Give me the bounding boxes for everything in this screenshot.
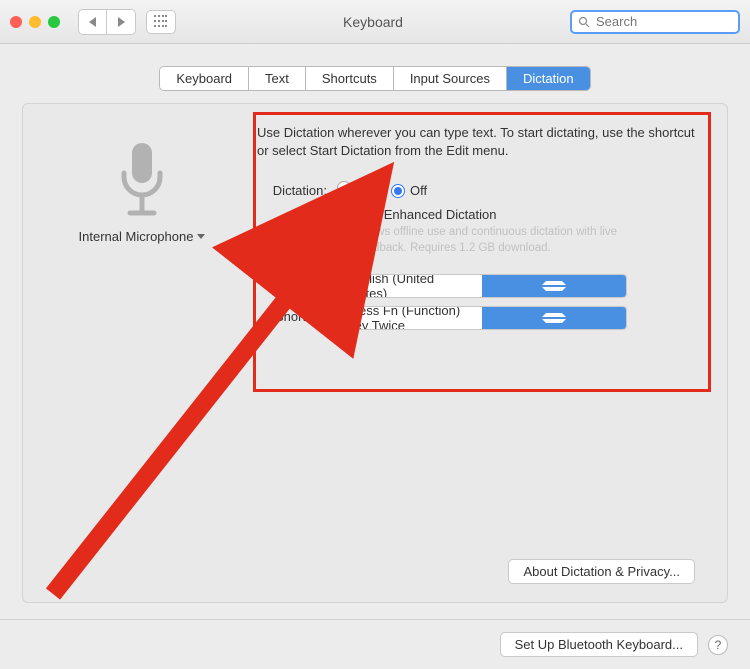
zoom-icon[interactable] [48, 16, 60, 28]
back-button[interactable] [79, 10, 107, 34]
close-icon[interactable] [10, 16, 22, 28]
microphone-selector[interactable]: Internal Microphone [79, 229, 206, 244]
chevron-left-icon [89, 17, 96, 27]
help-button[interactable]: ? [708, 635, 728, 655]
tab-shortcuts[interactable]: Shortcuts [306, 67, 394, 90]
language-label: Language: [257, 274, 337, 292]
enhanced-dictation-checkbox[interactable]: ✓ Use Enhanced Dictation [337, 207, 496, 222]
search-input[interactable] [594, 13, 732, 30]
chevron-down-icon [197, 234, 205, 239]
search-field[interactable] [570, 10, 740, 34]
updown-icon [482, 275, 626, 297]
tab-bar: Keyboard Text Shortcuts Input Sources Di… [22, 66, 728, 91]
titlebar: Keyboard [0, 0, 750, 44]
language-select[interactable]: English (United States) [337, 274, 627, 298]
tab-keyboard[interactable]: Keyboard [160, 67, 249, 90]
grid-icon [154, 15, 168, 29]
show-all-button[interactable] [146, 10, 176, 34]
microphone-label: Internal Microphone [79, 229, 194, 244]
window-controls [10, 16, 60, 28]
dictation-on-radio[interactable]: On [337, 180, 373, 195]
forward-button[interactable] [107, 10, 135, 34]
shortcut-label: Shortcut: [257, 306, 337, 324]
tab-input-sources[interactable]: Input Sources [394, 67, 507, 90]
microphone-icon [114, 139, 170, 221]
footer: Set Up Bluetooth Keyboard... ? [0, 619, 750, 669]
dictation-label: Dictation: [257, 180, 337, 198]
setup-bluetooth-button[interactable]: Set Up Bluetooth Keyboard... [500, 632, 698, 657]
radio-icon [391, 184, 405, 198]
chevron-right-icon [118, 17, 125, 27]
dictation-off-radio[interactable]: Off [391, 183, 427, 198]
updown-icon [482, 307, 626, 329]
tab-text[interactable]: Text [249, 67, 306, 90]
radio-icon [337, 181, 351, 195]
checkbox-icon: ✓ [337, 208, 351, 222]
dictation-description: Use Dictation wherever you can type text… [257, 124, 695, 160]
about-dictation-button[interactable]: About Dictation & Privacy... [508, 559, 695, 584]
nav-buttons [78, 9, 136, 35]
shortcut-select[interactable]: Press Fn (Function) Key Twice [337, 306, 627, 330]
settings-panel: Internal Microphone Use Dictation wherev… [22, 103, 728, 603]
minimize-icon[interactable] [29, 16, 41, 28]
tab-dictation[interactable]: Dictation [507, 67, 590, 90]
search-icon [578, 16, 590, 28]
window-title: Keyboard [186, 14, 560, 30]
enhanced-dictation-hint: Allows offline use and continuous dictat… [357, 224, 657, 256]
